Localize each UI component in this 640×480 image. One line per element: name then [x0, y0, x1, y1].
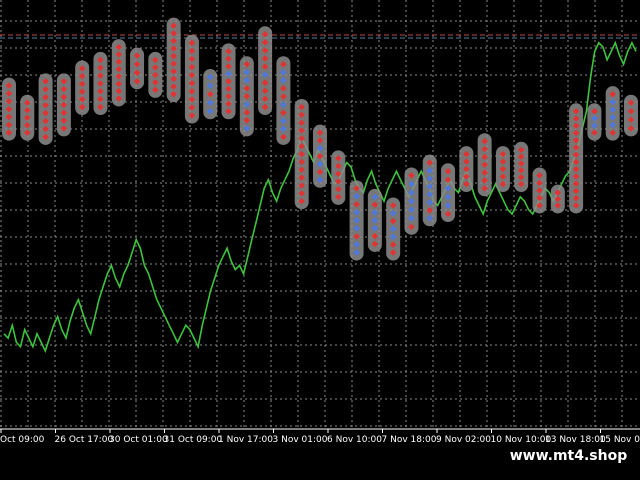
order-column-ask — [386, 197, 401, 261]
order-column-bid — [624, 94, 638, 137]
order-annotations — [2, 17, 638, 261]
x-tick-label: 7 Nov 18:00 — [382, 435, 437, 445]
order-column-bid — [166, 17, 181, 103]
x-tick-label: 31 Oct 09:00 — [164, 435, 223, 445]
price-level-lines — [0, 34, 640, 39]
order-column-ask — [587, 103, 602, 141]
order-column-bid — [331, 150, 346, 205]
watermark: www.mt4.shop — [497, 443, 640, 469]
order-column-bid — [111, 39, 126, 107]
order-column-bid — [148, 51, 163, 98]
order-column-bid — [93, 51, 108, 115]
x-tick-label: 9 Nov 02:00 — [436, 435, 491, 445]
order-column-bid — [569, 103, 584, 214]
x-tick-label: 26 Oct 17:00 — [55, 435, 114, 445]
order-column-bid — [258, 26, 273, 116]
order-column-ask — [349, 180, 364, 261]
order-column-bid — [75, 60, 90, 115]
order-column-ask — [203, 69, 218, 120]
order-column-ask — [313, 124, 327, 188]
order-column-ask — [276, 56, 291, 145]
x-tick-label: 30 Oct 01:00 — [109, 435, 168, 445]
order-column-ask — [441, 163, 456, 222]
order-column-ask — [422, 154, 437, 227]
x-tick-label: Oct 09:00 — [0, 435, 45, 445]
order-column-bid — [459, 146, 474, 193]
order-column-bid — [532, 167, 547, 214]
price-chart[interactable]: Oct 09:00 26 Oct 17:0030 Oct 01:0031 Oct … — [0, 0, 640, 480]
order-column-bid — [38, 73, 53, 145]
x-tick-label: 1 Nov 17:00 — [218, 435, 273, 445]
order-column-ask — [404, 167, 419, 235]
order-column-ask — [367, 188, 382, 252]
x-tick-label: 3 Nov 01:00 — [273, 435, 328, 445]
order-column-bid — [221, 43, 236, 120]
order-column-bid — [550, 184, 565, 214]
order-column-bid — [56, 73, 71, 137]
order-column-bid — [20, 94, 35, 141]
order-column-ask — [605, 86, 620, 141]
order-column-bid — [184, 34, 199, 124]
order-column-bid — [294, 99, 309, 210]
order-column-ask — [239, 56, 254, 137]
order-column-bid — [477, 133, 492, 197]
order-column-bid — [495, 146, 510, 193]
order-column-bid — [514, 141, 529, 193]
x-tick-label: 6 Nov 10:00 — [327, 435, 382, 445]
order-column-bid — [130, 47, 145, 90]
order-column-bid — [2, 77, 16, 141]
x-axis — [0, 428, 640, 433]
